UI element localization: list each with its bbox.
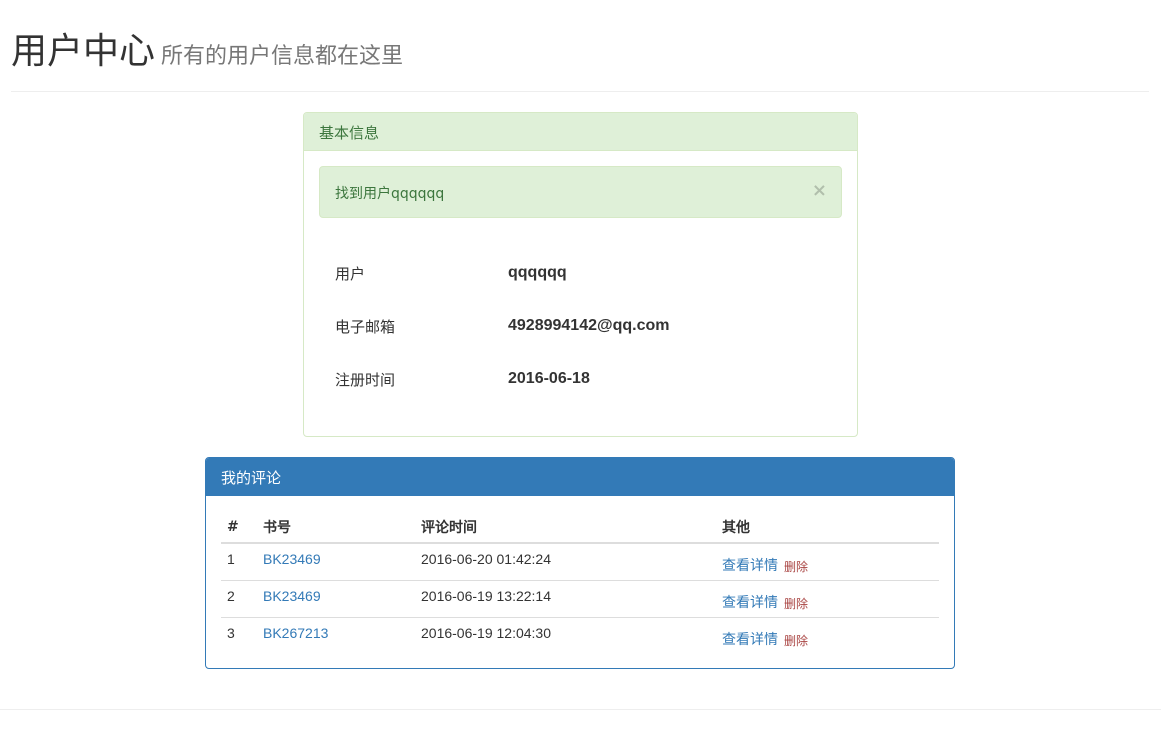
page-title: 用户中心 所有的用户信息都在这里 [11, 30, 403, 79]
user-found-alert: 找到用户qqqqqq × [319, 166, 842, 218]
book-link[interactable]: BK23469 [263, 588, 321, 604]
view-details-link[interactable]: 查看详情 [722, 558, 778, 574]
email-label: 电子邮箱 [335, 318, 396, 336]
register-date-value: 2016-06-18 [508, 370, 590, 387]
column-header-time: 评论时间 [415, 511, 716, 544]
email-value: 4928994142@qq.com [508, 317, 670, 334]
row-number: 1 [227, 550, 235, 567]
info-row-register-date: 注册时间 2016-06-18 [335, 369, 835, 393]
delete-link[interactable]: 删除 [784, 634, 808, 648]
delete-link[interactable]: 删除 [784, 597, 808, 611]
username-value: qqqqqq [508, 264, 567, 281]
column-header-other: 其他 [716, 511, 939, 544]
info-row-email: 电子邮箱 4928994142@qq.com [335, 316, 835, 340]
comment-time: 2016-06-19 12:04:30 [421, 624, 551, 641]
basic-info-panel: 基本信息 找到用户qqqqqq × 用户 qqqqqq 电子邮箱 4928994… [303, 112, 858, 437]
table-row: 1 BK23469 2016-06-20 01:42:24 查看详情 删除 [221, 543, 939, 580]
username-label: 用户 [335, 265, 366, 283]
info-row-username: 用户 qqqqqq [335, 263, 835, 287]
view-details-link[interactable]: 查看详情 [722, 632, 778, 648]
row-number: 2 [227, 587, 235, 604]
table-header-row: # 书号 评论时间 其他 [221, 511, 939, 544]
comment-time: 2016-06-20 01:42:24 [421, 550, 551, 567]
book-link[interactable]: BK23469 [263, 551, 321, 567]
column-header-number: # [221, 511, 257, 544]
my-comments-panel: 我的评论 # 书号 评论时间 其他 1 BK23469 2016-06-20 0… [205, 457, 955, 669]
basic-info-heading: 基本信息 [304, 113, 857, 151]
register-date-label: 注册时间 [335, 371, 396, 389]
book-link[interactable]: BK267213 [263, 625, 328, 641]
view-details-link[interactable]: 查看详情 [722, 595, 778, 611]
comment-time: 2016-06-19 13:22:14 [421, 587, 551, 604]
page-subtitle: 所有的用户信息都在这里 [161, 44, 404, 69]
row-number: 3 [227, 624, 235, 641]
table-row: 2 BK23469 2016-06-19 13:22:14 查看详情 删除 [221, 579, 939, 617]
my-comments-heading: 我的评论 [206, 458, 954, 496]
page-header: 用户中心 所有的用户信息都在这里 [11, 0, 1149, 92]
page-title-text: 用户中心 [11, 31, 156, 72]
close-icon[interactable]: × [812, 180, 827, 201]
column-header-book: 书号 [257, 511, 415, 544]
delete-link[interactable]: 删除 [784, 560, 808, 574]
alert-message: 找到用户qqqqqq [335, 186, 445, 202]
comments-table: # 书号 评论时间 其他 1 BK23469 2016-06-20 01:42:… [221, 511, 939, 654]
footer-divider [0, 709, 1161, 710]
table-row: 3 BK267213 2016-06-19 12:04:30 查看详情 删除 [221, 616, 939, 654]
